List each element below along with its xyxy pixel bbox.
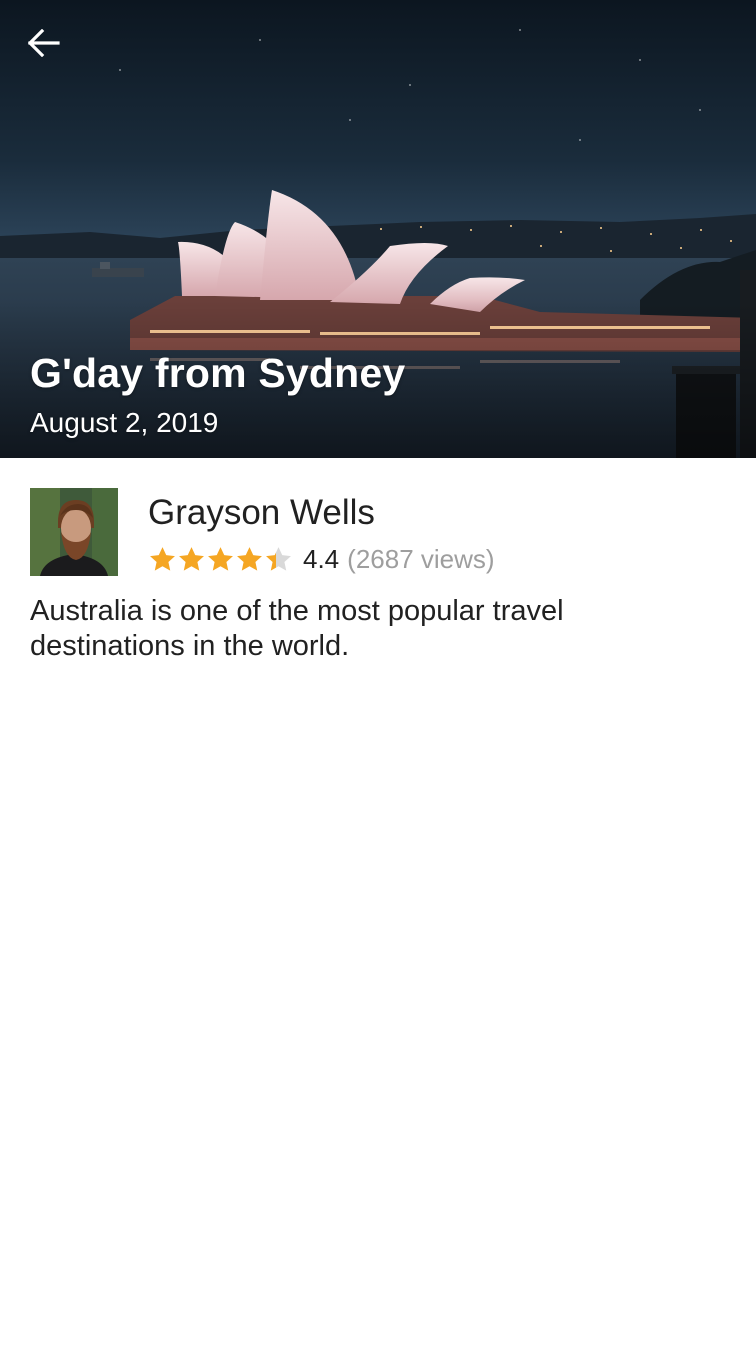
star-icon <box>179 546 204 571</box>
post-detail-screen: G'day from Sydney August 2, 2019 Grayson… <box>0 0 756 1346</box>
post-date: August 2, 2019 <box>30 407 219 438</box>
star-icon <box>208 546 233 571</box>
rating-row: 4.4 (2687 views) <box>148 542 495 576</box>
post-description: Australia is one of the most popular tra… <box>30 595 564 662</box>
rating-value: 4.4 <box>303 543 340 574</box>
star-icon <box>237 546 262 571</box>
post-title: G'day from Sydney <box>30 350 406 396</box>
bearded-man-portrait <box>30 488 118 576</box>
hero-image: G'day from Sydney August 2, 2019 <box>0 0 756 458</box>
star-icon <box>150 546 175 571</box>
star-icon <box>266 546 291 571</box>
rating-stars <box>148 545 293 574</box>
back-button[interactable] <box>20 20 68 66</box>
author-name: Grayson Wells <box>148 493 375 532</box>
views-count: (2687 views) <box>347 543 495 574</box>
arrow-left-icon <box>28 29 60 57</box>
avatar[interactable] <box>30 488 118 576</box>
